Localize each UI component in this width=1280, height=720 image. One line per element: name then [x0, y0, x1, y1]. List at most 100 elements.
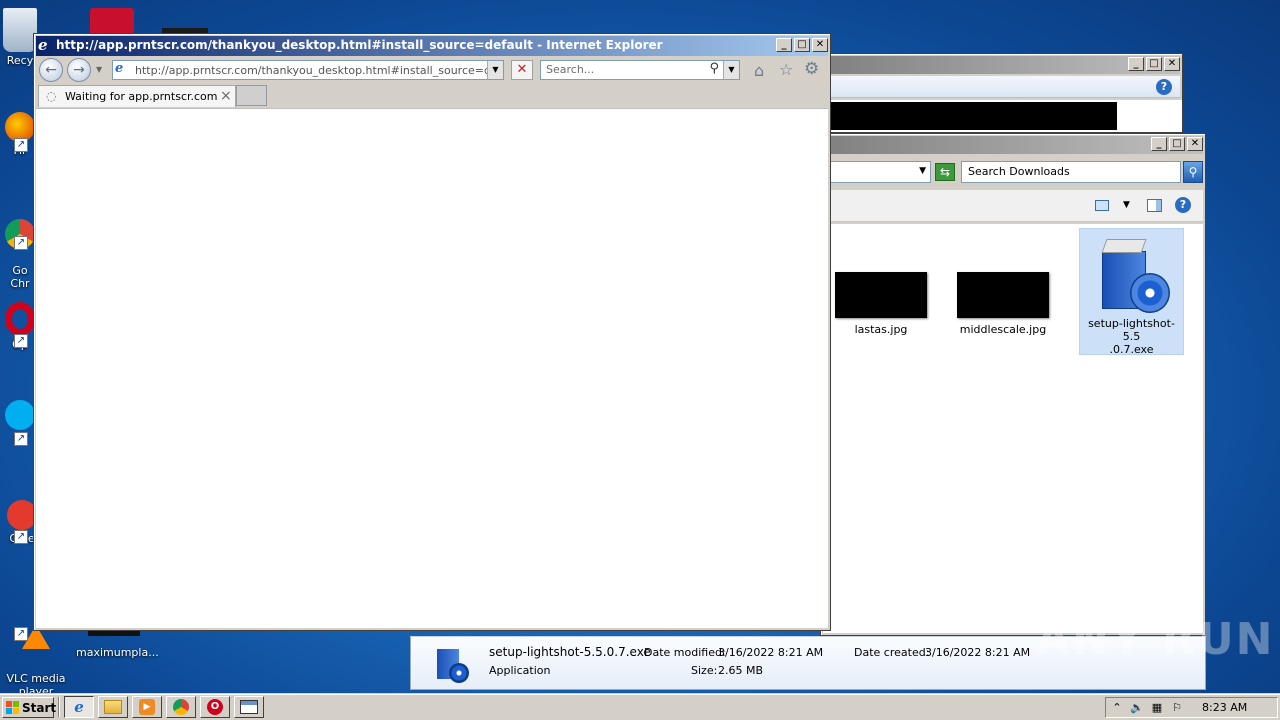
jpg-thumbnail	[957, 272, 1049, 318]
black-content-bar	[823, 102, 1117, 130]
chrome-icon	[173, 699, 189, 715]
explorer-address-row: ▼ ⇆ Search Downloads ⚲	[823, 158, 1203, 188]
address-bar[interactable]: ▼	[823, 161, 931, 183]
ie-page-content[interactable]	[36, 108, 828, 628]
explorer-titlebar[interactable]	[823, 136, 1203, 154]
background-window-content	[823, 100, 1182, 132]
view-dropdown-icon[interactable]: ▼	[1123, 200, 1130, 210]
file-name: setup-lightshot-5.5 .0.7.exe	[1088, 317, 1175, 356]
history-dropdown-icon[interactable]: ▼	[96, 65, 102, 74]
view-options-icon[interactable]	[1095, 200, 1109, 211]
address-text[interactable]: http://app.prntscr.com/thankyou_desktop.…	[135, 64, 503, 77]
new-tab-button[interactable]	[236, 85, 267, 106]
ie-page-icon: e	[115, 61, 124, 76]
taskbar-ie-button[interactable]: e	[64, 696, 94, 718]
details-size-value: 2.65 MB	[718, 664, 764, 677]
ie-logo-icon: e	[38, 36, 48, 54]
minimize-button[interactable]: _	[1128, 57, 1144, 71]
taskbar-media-player-button[interactable]: ▶	[132, 696, 162, 718]
tab-close-icon[interactable]: ×	[220, 88, 232, 104]
maximize-button[interactable]: □	[794, 38, 810, 52]
back-button[interactable]: ←	[39, 58, 63, 82]
anyrun-watermark: ANY RUN	[1036, 614, 1275, 665]
file-item[interactable]: lastas.jpg	[833, 272, 929, 336]
minimize-button[interactable]: _	[1151, 137, 1167, 151]
windows-logo-icon	[6, 701, 19, 714]
close-button[interactable]: ✕	[1187, 137, 1203, 151]
minimize-button[interactable]: _	[776, 38, 792, 52]
background-window-titlebar[interactable]	[823, 56, 1180, 74]
shortcut-arrow-icon: ↗	[14, 236, 28, 250]
ie-icon: e	[74, 698, 84, 716]
file-name: middlescale.jpg	[959, 323, 1047, 336]
installer-file-icon	[433, 643, 471, 685]
loading-spinner-icon: ◌	[46, 89, 57, 103]
details-modified-value: 3/16/2022 8:21 AM	[718, 646, 824, 659]
installer-box-icon	[1092, 235, 1172, 315]
file-name: lastas.jpg	[854, 323, 908, 336]
preview-pane-icon[interactable]	[1147, 199, 1162, 212]
shortcut-arrow-icon: ↗	[14, 627, 28, 641]
skype-icon	[5, 400, 35, 430]
address-dropdown-icon[interactable]: ▼	[487, 61, 503, 79]
favorites-star-icon[interactable]: ☆	[779, 60, 793, 79]
taskbar-explorer-button[interactable]	[98, 696, 128, 718]
adobe-reader-icon[interactable]	[90, 8, 134, 36]
maximize-button[interactable]: □	[1169, 137, 1185, 151]
search-input[interactable]: Search... ⚲ ▼	[540, 60, 740, 80]
search-placeholder: Search...	[546, 63, 595, 76]
action-center-flag-icon[interactable]: ⚐	[1170, 701, 1184, 715]
gear-icon[interactable]: ⚙	[804, 59, 819, 79]
help-icon[interactable]: ?	[1156, 79, 1172, 95]
forward-button[interactable]: →	[67, 58, 91, 82]
taskbar-chrome-button[interactable]	[166, 696, 196, 718]
window-title: http://app.prntscr.com/thankyou_desktop.…	[56, 38, 663, 52]
background-window[interactable]: _ □ ✕ ?	[820, 53, 1183, 133]
explorer-toolbar: ▼ ?	[823, 190, 1203, 222]
desktop-icon-label: maximumpla...	[76, 646, 159, 659]
volume-icon[interactable]: 🔈	[1130, 701, 1144, 715]
home-icon[interactable]: ⌂	[754, 61, 764, 80]
shortcut-arrow-icon: ↗	[14, 530, 28, 544]
chevron-down-icon[interactable]: ▼	[919, 166, 926, 176]
jpg-thumbnail	[835, 272, 927, 318]
opera-icon	[5, 302, 35, 336]
explorer-window[interactable]: _ □ ✕ ▼ ⇆ Search Downloads ⚲ ▼ ? lastas.…	[820, 133, 1206, 636]
taskbar-opera-button[interactable]: O	[200, 696, 230, 718]
show-hidden-icons-icon[interactable]: ⌃	[1110, 701, 1124, 715]
media-player-icon: ▶	[139, 699, 155, 715]
file-item[interactable]: middlescale.jpg	[955, 272, 1051, 336]
network-icon[interactable]: ▦	[1150, 701, 1164, 715]
search-icon[interactable]: ⚲	[1183, 161, 1203, 183]
details-created-label: Date created:	[854, 646, 930, 659]
start-button[interactable]: Start	[2, 697, 57, 718]
search-dropdown-icon[interactable]: ▼	[723, 61, 739, 79]
address-bar[interactable]: e http://app.prntscr.com/thankyou_deskto…	[112, 60, 504, 80]
details-type: Application	[489, 664, 551, 677]
start-label: Start	[22, 700, 57, 715]
close-button[interactable]: ✕	[1164, 57, 1180, 71]
ie-navbar: ← → ▼ e http://app.prntscr.com/thankyou_…	[36, 57, 828, 85]
desktop-icon-maximumplayer[interactable]: maximumpla...	[72, 630, 159, 659]
desktop-icon-label: Recy	[6, 54, 34, 67]
clock[interactable]: 8:23 AM	[1202, 701, 1247, 714]
help-icon[interactable]: ?	[1175, 197, 1191, 213]
folder-icon	[104, 700, 122, 714]
refresh-icon[interactable]: ⇆	[935, 163, 955, 181]
search-downloads-input[interactable]: Search Downloads	[961, 161, 1181, 183]
tab-active[interactable]: ◌ Waiting for app.prntscr.com ×	[38, 85, 236, 107]
file-item-selected[interactable]: setup-lightshot-5.5 .0.7.exe	[1079, 228, 1184, 356]
ie-window[interactable]: e http://app.prntscr.com/thankyou_deskto…	[33, 33, 831, 631]
search-icon[interactable]: ⚲	[709, 61, 719, 76]
tab-label: Waiting for app.prntscr.com	[65, 90, 218, 103]
close-button[interactable]: ✕	[812, 38, 828, 52]
stop-button[interactable]: ✕	[511, 60, 533, 80]
desktop-icon-label: Go Chr	[10, 264, 30, 290]
maximize-button[interactable]: □	[1146, 57, 1162, 71]
taskbar-window-button[interactable]	[234, 696, 264, 718]
details-filename: setup-lightshot-5.5.0.7.exe	[489, 645, 651, 659]
search-downloads-placeholder: Search Downloads	[968, 165, 1070, 178]
ie-titlebar[interactable]: e http://app.prntscr.com/thankyou_deskto…	[36, 36, 828, 56]
ie-tab-row: ◌ Waiting for app.prntscr.com ×	[36, 85, 828, 108]
window-switcher-icon	[240, 700, 258, 714]
